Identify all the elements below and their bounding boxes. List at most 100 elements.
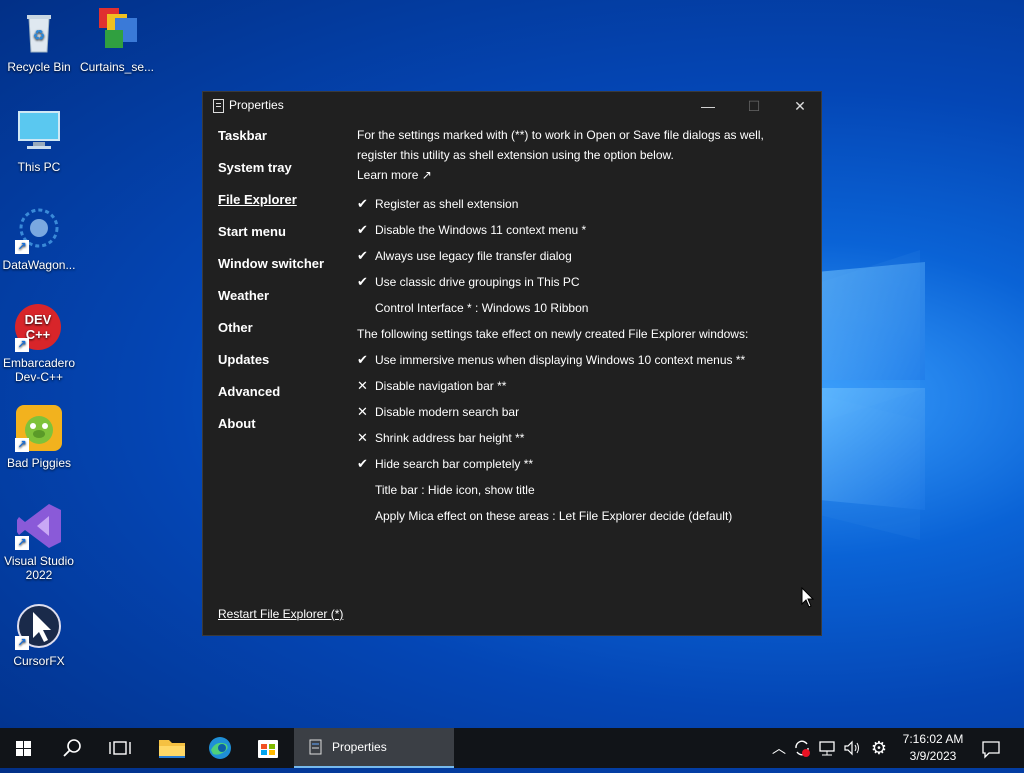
properties-app-icon	[213, 99, 224, 113]
section-note: The following settings take effect on ne…	[357, 327, 749, 341]
setting-legacy-file-transfer[interactable]: ✔ Always use legacy file transfer dialog	[357, 243, 807, 269]
desktop-icon-datawagon[interactable]: ↗ DataWagon...	[1, 206, 77, 272]
setting-disable-navigation-bar[interactable]: ✕ Disable navigation bar **	[357, 373, 807, 399]
settings-gear-icon[interactable]: ⚙	[868, 736, 890, 760]
desktop-icon-label: Embarcadero Dev-C++	[2, 356, 76, 384]
shortcut-arrow-icon: ↗	[15, 240, 29, 254]
desktop-icon-this-pc[interactable]: This PC	[1, 108, 77, 174]
clock-time[interactable]: 7:16:02 AM	[896, 732, 970, 746]
setting-register-shell-extension[interactable]: ✔ Register as shell extension	[357, 191, 807, 217]
nav-item-updates[interactable]: Updates	[218, 353, 348, 386]
taskbar-app-label: Properties	[332, 740, 387, 754]
setting-control-interface[interactable]: Control Interface * : Windows 10 Ribbon	[357, 295, 807, 321]
desktop-icon-label: CursorFX	[13, 654, 65, 668]
taskbar-file-explorer[interactable]	[148, 728, 196, 768]
desktop-icon-devcpp[interactable]: DEV C++ ↗ Embarcadero Dev-C++	[1, 304, 77, 384]
setting-shrink-address-bar[interactable]: ✕ Shrink address bar height **	[357, 425, 807, 451]
svg-text:♻: ♻	[33, 27, 46, 43]
setting-disable-modern-search-bar[interactable]: ✕ Disable modern search bar	[357, 399, 807, 425]
setting-label: Use immersive menus when displaying Wind…	[375, 353, 746, 367]
show-hidden-icons-chevron-up-icon[interactable]: ︿	[770, 728, 788, 768]
desktop-icon-cursorfx[interactable]: ↗ CursorFX	[1, 602, 77, 668]
desktop-icon-bad-piggies[interactable]: ↗ Bad Piggies	[1, 404, 77, 470]
setting-label: Use classic drive groupings in This PC	[375, 275, 580, 289]
nav-item-window-switcher[interactable]: Window switcher	[218, 257, 348, 290]
devcpp-icon: DEV C++ ↗	[15, 304, 63, 352]
nav-item-start-menu[interactable]: Start menu	[218, 225, 348, 258]
nav-item-about[interactable]: About	[218, 417, 348, 450]
curtains-icon	[93, 8, 141, 56]
nav-item-weather[interactable]: Weather	[218, 289, 348, 322]
setting-label: Disable modern search bar	[375, 405, 520, 419]
taskbar-store[interactable]	[244, 728, 292, 768]
properties-app-icon	[309, 739, 322, 755]
bad-piggies-icon: ↗	[15, 404, 63, 452]
setting-disable-win11-context-menu[interactable]: ✔ Disable the Windows 11 context menu *	[357, 217, 807, 243]
check-icon: ✔	[357, 456, 368, 471]
intro-text: For the settings marked with (**) to wor…	[357, 128, 764, 162]
setting-label: Shrink address bar height **	[375, 431, 525, 445]
search-button[interactable]	[48, 728, 96, 768]
restart-file-explorer-link[interactable]: Restart File Explorer (*)	[218, 607, 343, 621]
taskbar: Properties ︿ ⚙ 7:16:02 AM 3/9/2023	[0, 728, 1024, 768]
learn-more-link[interactable]: Learn more ↗	[357, 165, 807, 185]
nav-item-file-explorer[interactable]: File Explorer	[218, 193, 348, 226]
network-icon[interactable]	[817, 738, 837, 758]
setting-label: Title bar : Hide icon, show title	[375, 483, 535, 497]
desktop-icon-curtains[interactable]: Curtains_se...	[79, 8, 155, 74]
desktop-icon-label: DataWagon...	[2, 258, 76, 272]
minimize-button[interactable]: —	[685, 92, 731, 120]
mouse-cursor-icon	[801, 586, 815, 614]
setting-label: Register as shell extension	[375, 197, 519, 211]
setting-immersive-menus[interactable]: ✔ Use immersive menus when displaying Wi…	[357, 347, 807, 373]
nav-item-advanced[interactable]: Advanced	[218, 385, 348, 418]
notifications-icon[interactable]	[980, 738, 1002, 760]
check-icon: ✔	[357, 196, 368, 211]
visual-studio-icon: ↗	[15, 502, 63, 550]
shortcut-arrow-icon: ↗	[15, 338, 29, 352]
nav-item-taskbar[interactable]: Taskbar	[218, 129, 348, 162]
start-button[interactable]	[0, 728, 48, 768]
cross-icon: ✕	[357, 404, 368, 419]
task-view-button[interactable]	[96, 728, 144, 768]
taskbar-edge[interactable]	[196, 728, 244, 768]
close-button[interactable]: ✕	[777, 92, 823, 120]
desktop-icon-recycle-bin[interactable]: ♻ Recycle Bin	[1, 8, 77, 74]
setting-classic-drive-groupings[interactable]: ✔ Use classic drive groupings in This PC	[357, 269, 807, 295]
desktop-icon-label: Recycle Bin	[7, 60, 71, 74]
datawagon-icon: ↗	[15, 206, 63, 254]
folder-icon	[159, 740, 185, 758]
setting-hide-search-bar[interactable]: ✔ Hide search bar completely **	[357, 451, 807, 477]
shortcut-arrow-icon: ↗	[15, 636, 29, 650]
nav-item-other[interactable]: Other	[218, 321, 348, 354]
taskbar-app-properties[interactable]: Properties	[294, 728, 454, 768]
nav-item-system-tray[interactable]: System tray	[218, 161, 348, 194]
shortcut-arrow-icon: ↗	[15, 438, 29, 452]
desktop-icon-label: Bad Piggies	[6, 456, 72, 470]
task-view-icon	[109, 741, 131, 755]
check-icon: ✔	[357, 274, 368, 289]
desktop-icon-visual-studio[interactable]: ↗ Visual Studio 2022	[1, 502, 77, 582]
search-icon	[63, 739, 81, 757]
clock-date[interactable]: 3/9/2023	[896, 749, 970, 763]
sync-alert-icon[interactable]	[792, 738, 812, 758]
setting-title-bar[interactable]: Title bar : Hide icon, show title	[357, 477, 807, 503]
cross-icon: ✕	[357, 430, 368, 445]
maximize-button[interactable]: ☐	[731, 92, 777, 120]
windows-start-icon	[16, 741, 31, 756]
check-icon: ✔	[357, 248, 368, 263]
setting-label: Hide search bar completely **	[375, 457, 534, 471]
file-explorer-settings: For the settings marked with (**) to wor…	[357, 125, 807, 529]
desktop-icon-label: Curtains_se...	[79, 60, 155, 74]
setting-label: Control Interface * : Windows 10 Ribbon	[375, 301, 589, 315]
check-icon: ✔	[357, 222, 368, 237]
desktop-icon-label: Visual Studio 2022	[4, 554, 74, 582]
window-titlebar[interactable]: Properties — ☐ ✕	[203, 92, 821, 120]
computer-icon	[15, 108, 63, 156]
edge-icon	[209, 737, 231, 759]
setting-mica-effect[interactable]: Apply Mica effect on these areas : Let F…	[357, 503, 807, 529]
store-icon	[258, 740, 278, 758]
volume-icon[interactable]	[842, 738, 862, 758]
windows-logo-pane	[822, 262, 925, 380]
window-title: Properties	[229, 98, 284, 112]
